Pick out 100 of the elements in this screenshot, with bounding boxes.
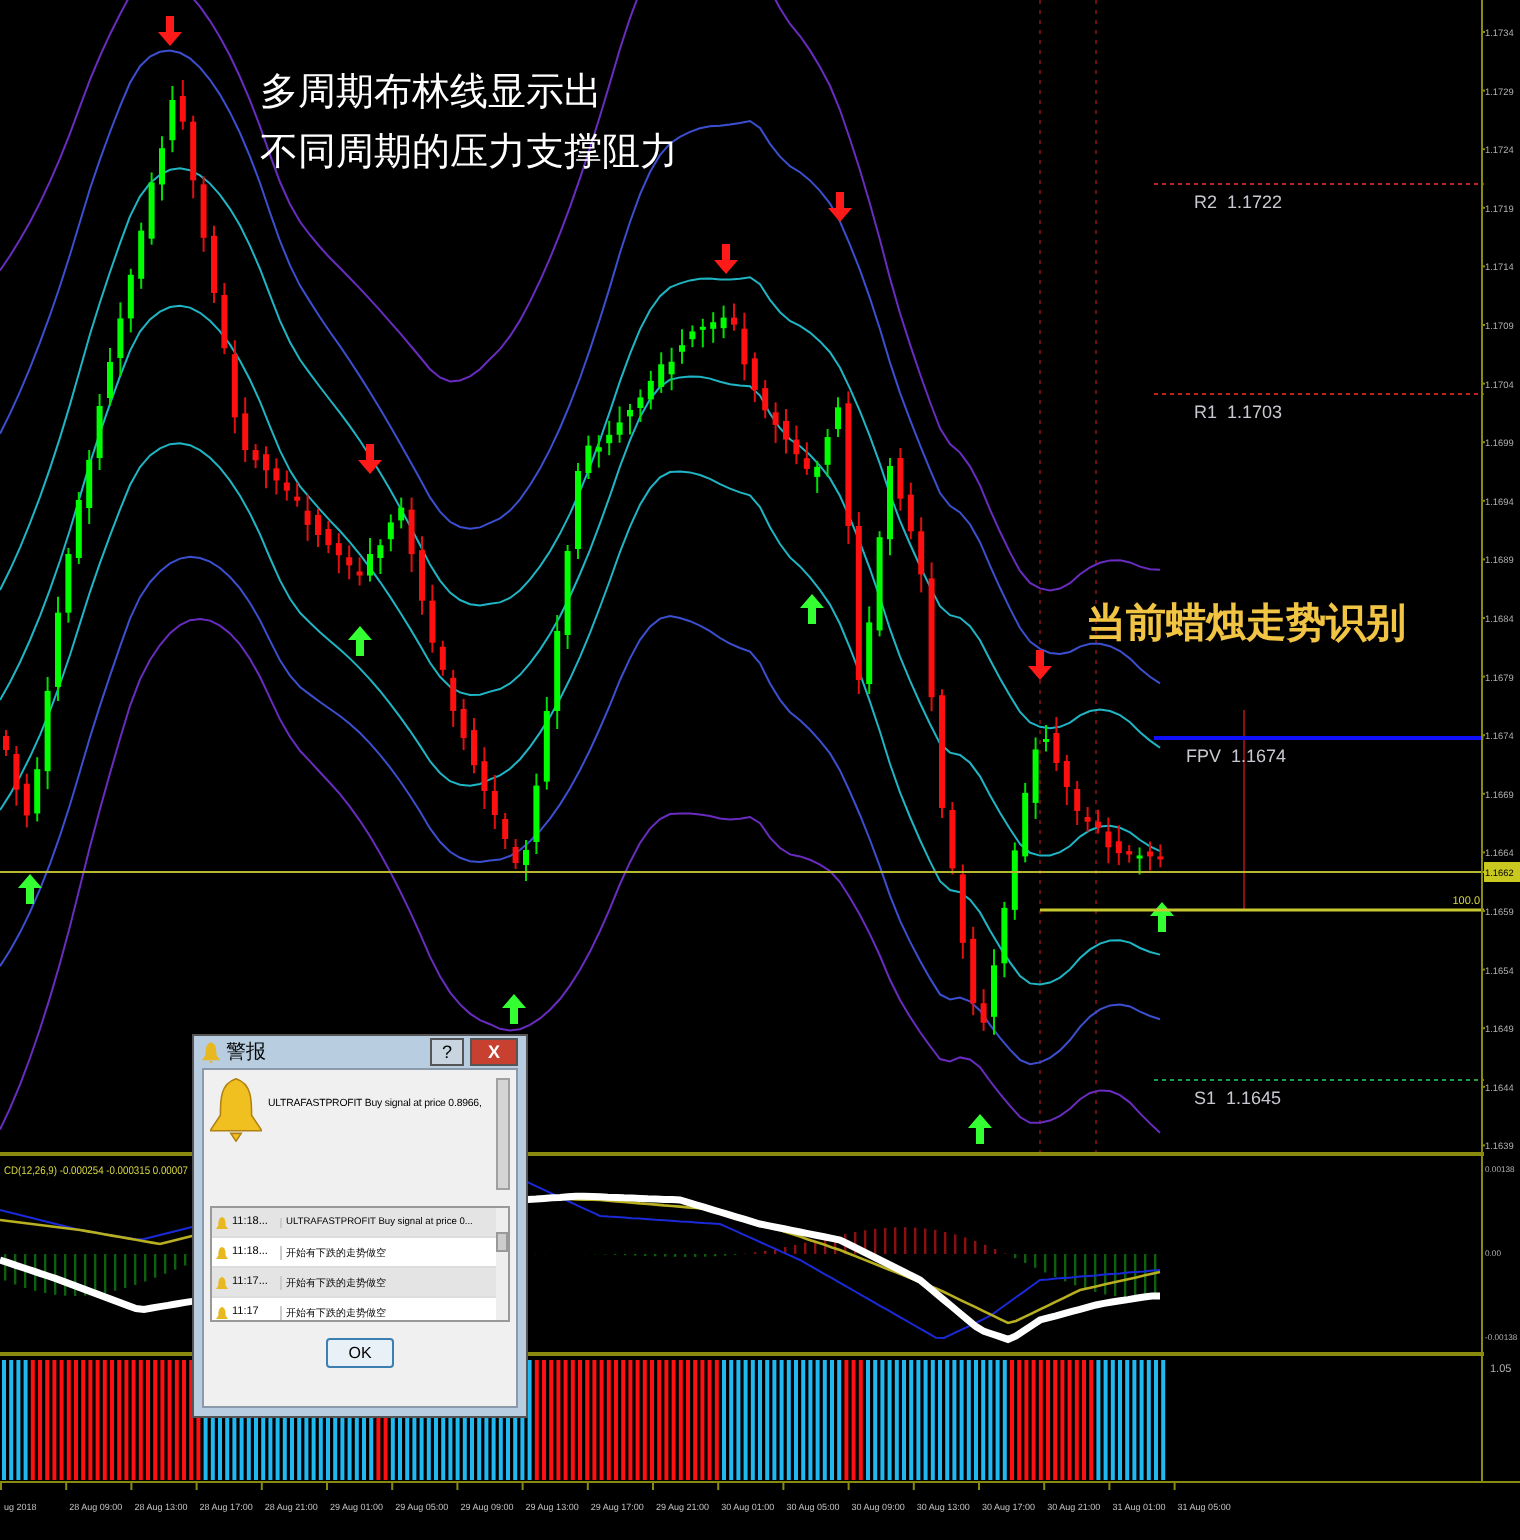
candlestick bbox=[148, 171, 155, 246]
bell-icon bbox=[216, 1215, 228, 1229]
candlestick bbox=[107, 347, 113, 407]
candlestick bbox=[387, 513, 394, 553]
candlestick bbox=[731, 302, 737, 332]
candlestick bbox=[543, 696, 550, 791]
buy-arrow-icon bbox=[502, 994, 526, 1024]
candlestick bbox=[1063, 754, 1070, 806]
candlestick bbox=[762, 379, 769, 420]
candlestick bbox=[408, 496, 415, 574]
candlestick bbox=[377, 538, 384, 575]
buy-arrow-icon bbox=[800, 594, 824, 624]
candlestick bbox=[824, 428, 831, 478]
candlestick bbox=[34, 756, 41, 823]
candlestick bbox=[127, 267, 134, 334]
candlestick bbox=[55, 595, 61, 702]
candlestick bbox=[460, 697, 467, 752]
candlestick bbox=[637, 388, 644, 423]
candlestick bbox=[346, 544, 353, 581]
candlestick bbox=[263, 445, 269, 490]
candlestick bbox=[1105, 816, 1112, 865]
candlestick bbox=[959, 863, 966, 960]
candlestick bbox=[367, 537, 373, 583]
candlestick bbox=[439, 639, 446, 677]
help-button[interactable]: ? bbox=[429, 1038, 464, 1066]
candlestick bbox=[1136, 846, 1143, 876]
candlestick bbox=[3, 729, 9, 757]
candlestick bbox=[86, 449, 93, 525]
candlestick bbox=[159, 135, 165, 202]
candlestick bbox=[294, 481, 301, 508]
dialog-title: 警报 bbox=[226, 1039, 268, 1066]
candlestick bbox=[866, 605, 873, 695]
candlestick bbox=[325, 520, 332, 555]
candlestick bbox=[907, 481, 914, 541]
close-button[interactable]: X bbox=[469, 1038, 518, 1066]
candlestick bbox=[356, 556, 363, 587]
candlestick bbox=[564, 544, 571, 650]
buy-arrow-icon bbox=[968, 1114, 992, 1144]
candlestick bbox=[1022, 781, 1029, 864]
candlestick bbox=[1115, 824, 1122, 867]
candlestick bbox=[429, 583, 436, 654]
candlestick bbox=[44, 675, 51, 791]
buy-arrow-icon bbox=[348, 626, 372, 656]
candlestick bbox=[876, 530, 883, 638]
candlestick bbox=[585, 434, 592, 480]
candlestick bbox=[1084, 806, 1091, 833]
sell-arrow-icon bbox=[358, 444, 382, 474]
sell-arrow-icon bbox=[714, 244, 738, 274]
candlestick bbox=[471, 717, 477, 775]
candlestick bbox=[1011, 841, 1018, 921]
candlestick bbox=[1126, 844, 1133, 864]
candlestick bbox=[315, 507, 321, 548]
candlestick bbox=[783, 407, 789, 455]
candlestick bbox=[211, 224, 217, 304]
candlestick bbox=[991, 948, 997, 1036]
buy-arrow-icon bbox=[1150, 902, 1174, 932]
candlestick bbox=[512, 838, 519, 870]
sell-arrow-icon bbox=[1028, 650, 1052, 680]
candlestick bbox=[710, 311, 717, 344]
candlestick bbox=[117, 301, 124, 377]
candlestick bbox=[793, 424, 800, 466]
bell-icon bbox=[210, 1078, 262, 1142]
candlestick bbox=[918, 516, 925, 594]
level-label: R2 1.1722 bbox=[1194, 192, 1283, 212]
annotation-text: 当前蜡烛走势识别 bbox=[1086, 598, 1406, 646]
sell-arrow-icon bbox=[158, 16, 182, 46]
candlestick bbox=[803, 441, 810, 476]
scrollbar[interactable] bbox=[496, 1078, 510, 1190]
bell-icon bbox=[202, 1041, 220, 1063]
candlestick bbox=[231, 339, 238, 435]
candlestick bbox=[980, 988, 987, 1032]
candlestick bbox=[741, 311, 748, 382]
candlestick bbox=[647, 369, 654, 411]
bell-icon bbox=[216, 1275, 228, 1289]
level-label: S1 1.1645 bbox=[1194, 1088, 1282, 1108]
candlestick bbox=[273, 457, 280, 496]
candlestick bbox=[835, 396, 841, 439]
candlestick bbox=[897, 447, 904, 512]
bell-icon bbox=[216, 1245, 228, 1259]
ok-button[interactable]: OK bbox=[326, 1338, 394, 1368]
candlestick bbox=[419, 535, 425, 616]
candlestick bbox=[65, 547, 72, 624]
candlestick bbox=[939, 688, 945, 819]
candlestick bbox=[283, 469, 290, 502]
candlestick bbox=[814, 459, 821, 494]
candlestick bbox=[1001, 900, 1008, 979]
candlestick bbox=[75, 491, 82, 565]
candlestick bbox=[1147, 840, 1153, 872]
candlestick bbox=[689, 324, 696, 349]
candlestick bbox=[970, 925, 977, 1017]
candlestick bbox=[138, 221, 145, 290]
candlestick bbox=[1157, 843, 1164, 869]
candlestick bbox=[595, 434, 602, 469]
candlestick bbox=[179, 79, 186, 131]
candlestick bbox=[1053, 716, 1060, 772]
candlestick bbox=[627, 403, 633, 436]
candlestick bbox=[606, 419, 613, 457]
scrollbar[interactable] bbox=[496, 1208, 508, 1320]
candlestick bbox=[221, 282, 228, 356]
candlestick bbox=[887, 457, 893, 557]
